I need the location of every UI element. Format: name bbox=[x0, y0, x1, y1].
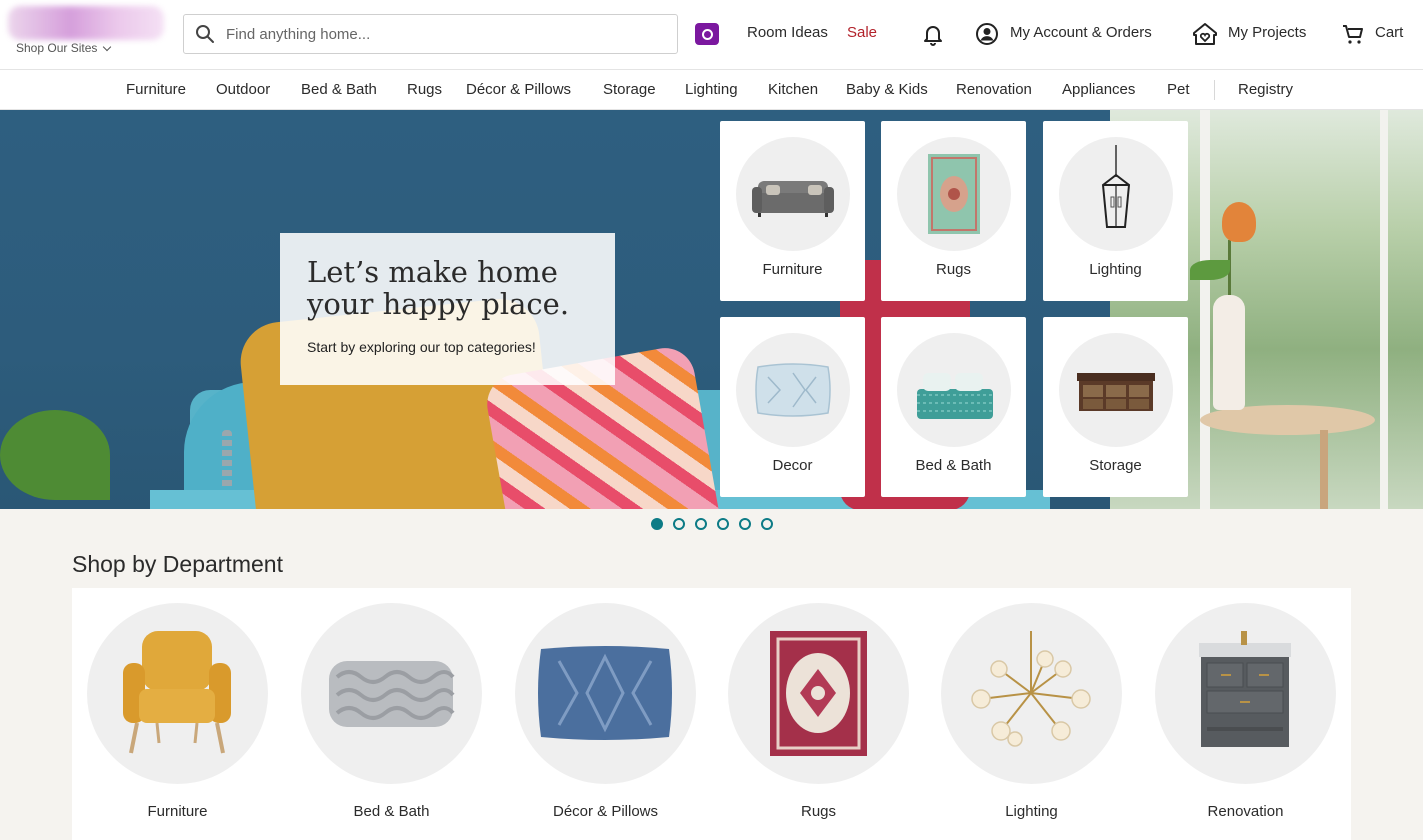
carousel-dots bbox=[651, 518, 773, 530]
camera-icon[interactable] bbox=[695, 23, 719, 45]
department-panel: Furniture Bed & Bath Décor & Pillows Rug… bbox=[72, 588, 1351, 840]
lantern-image bbox=[1059, 137, 1173, 251]
armchair-image bbox=[87, 603, 268, 784]
carousel-dot[interactable] bbox=[673, 518, 685, 530]
hero-category-furniture[interactable]: Furniture bbox=[720, 121, 865, 301]
hero-title: Let’s make home your happy place. bbox=[307, 255, 570, 321]
section-heading: Shop by Department bbox=[72, 551, 283, 577]
chevron-down-icon bbox=[103, 42, 112, 51]
search-input[interactable] bbox=[226, 25, 666, 43]
nav-item-bed-bath[interactable]: Bed & Bath bbox=[301, 81, 377, 98]
hero-category-label: Storage bbox=[1089, 457, 1142, 474]
hero-category-lighting[interactable]: Lighting bbox=[1043, 121, 1188, 301]
camera-lens bbox=[701, 28, 713, 40]
heart-house-icon[interactable] bbox=[1192, 22, 1217, 46]
sale-link[interactable]: Sale bbox=[847, 24, 877, 41]
hero-vase bbox=[1213, 295, 1245, 410]
carousel-dot[interactable] bbox=[739, 518, 751, 530]
hero-plant bbox=[0, 410, 110, 500]
site-logo[interactable] bbox=[8, 6, 164, 40]
nav-item-outdoor[interactable]: Outdoor bbox=[216, 81, 270, 98]
nav-item-registry[interactable]: Registry bbox=[1238, 81, 1293, 98]
nav-divider bbox=[1214, 80, 1215, 100]
sofa-image bbox=[736, 137, 850, 251]
department-renovation[interactable]: Renovation bbox=[1155, 603, 1336, 840]
blue-pillow-image bbox=[515, 603, 696, 784]
hero-category-rugs[interactable]: Rugs bbox=[881, 121, 1026, 301]
search-icon[interactable] bbox=[184, 14, 226, 54]
nav-item-storage[interactable]: Storage bbox=[603, 81, 656, 98]
department-label: Lighting bbox=[1005, 803, 1058, 820]
red-rug-image bbox=[728, 603, 909, 784]
department-label: Rugs bbox=[800, 803, 837, 820]
hero-category-decor[interactable]: Decor bbox=[720, 317, 865, 497]
chandelier-image bbox=[941, 603, 1122, 784]
user-icon[interactable] bbox=[975, 22, 999, 46]
carousel-dot[interactable] bbox=[761, 518, 773, 530]
carousel-dot[interactable] bbox=[717, 518, 729, 530]
pillow-image bbox=[736, 333, 850, 447]
site-header: Shop Our Sites Room Ideas Sale My Accoun… bbox=[0, 0, 1423, 70]
bedding-image bbox=[897, 333, 1011, 447]
hero-category-label: Decor bbox=[772, 457, 813, 474]
carousel-dot[interactable] bbox=[651, 518, 663, 530]
shop-our-sites-dropdown[interactable]: Shop Our Sites bbox=[16, 41, 112, 55]
cart-link[interactable]: Cart bbox=[1375, 24, 1403, 41]
knit-blanket-image bbox=[301, 603, 482, 784]
department-label: Renovation bbox=[1207, 803, 1284, 820]
hero-category-label: Furniture bbox=[762, 261, 823, 278]
department-lighting[interactable]: Lighting bbox=[941, 603, 1122, 840]
hero-category-label: Lighting bbox=[1089, 261, 1142, 278]
nav-item-furniture[interactable]: Furniture bbox=[126, 81, 186, 98]
hero-category-storage[interactable]: Storage bbox=[1043, 317, 1188, 497]
hero-category-label: Bed & Bath bbox=[915, 457, 992, 474]
hero-banner[interactable]: Let’s make home your happy place. Start … bbox=[0, 110, 1423, 509]
search-box bbox=[183, 14, 678, 54]
nav-item-rugs[interactable]: Rugs bbox=[407, 81, 442, 98]
hero-subtitle: Start by exploring our top categories! bbox=[307, 339, 536, 355]
nav-item-lighting[interactable]: Lighting bbox=[685, 81, 738, 98]
department-furniture[interactable]: Furniture bbox=[87, 603, 268, 840]
rug-image bbox=[897, 137, 1011, 251]
nav-item-renovation[interactable]: Renovation bbox=[956, 81, 1032, 98]
hero-category-bed-bath[interactable]: Bed & Bath bbox=[881, 317, 1026, 497]
nav-item-pet[interactable]: Pet bbox=[1167, 81, 1190, 98]
cart-icon[interactable] bbox=[1341, 22, 1365, 46]
department-label: Décor & Pillows bbox=[552, 803, 659, 820]
nav-item-baby-kids[interactable]: Baby & Kids bbox=[846, 81, 928, 98]
hero-message-card: Let’s make home your happy place. Start … bbox=[280, 233, 615, 385]
category-nav: Furniture Outdoor Bed & Bath Rugs Décor … bbox=[0, 70, 1423, 110]
department-bed-bath[interactable]: Bed & Bath bbox=[301, 603, 482, 840]
department-rugs[interactable]: Rugs bbox=[728, 603, 909, 840]
nav-item-appliances[interactable]: Appliances bbox=[1062, 81, 1135, 98]
hero-category-label: Rugs bbox=[935, 261, 972, 278]
shop-by-department-section: Shop by Department Furniture Bed & Bath … bbox=[0, 509, 1423, 840]
my-projects-link[interactable]: My Projects bbox=[1228, 24, 1306, 41]
carousel-dot[interactable] bbox=[695, 518, 707, 530]
room-ideas-link[interactable]: Room Ideas bbox=[747, 24, 828, 41]
hero-leaf bbox=[1190, 260, 1230, 280]
hero-table-leg bbox=[1320, 430, 1328, 509]
storage-bench-image bbox=[1059, 333, 1173, 447]
bell-icon[interactable] bbox=[921, 22, 945, 46]
nav-item-kitchen[interactable]: Kitchen bbox=[768, 81, 818, 98]
hero-flower bbox=[1222, 202, 1256, 242]
shop-our-sites-label: Shop Our Sites bbox=[16, 41, 98, 55]
my-account-orders-link[interactable]: My Account & Orders bbox=[1010, 24, 1152, 41]
department-label: Furniture bbox=[147, 803, 208, 820]
department-decor-pillows[interactable]: Décor & Pillows bbox=[515, 603, 696, 840]
nav-item-decor-pillows[interactable]: Décor & Pillows bbox=[466, 81, 571, 98]
department-label: Bed & Bath bbox=[353, 803, 430, 820]
vanity-image bbox=[1155, 603, 1336, 784]
